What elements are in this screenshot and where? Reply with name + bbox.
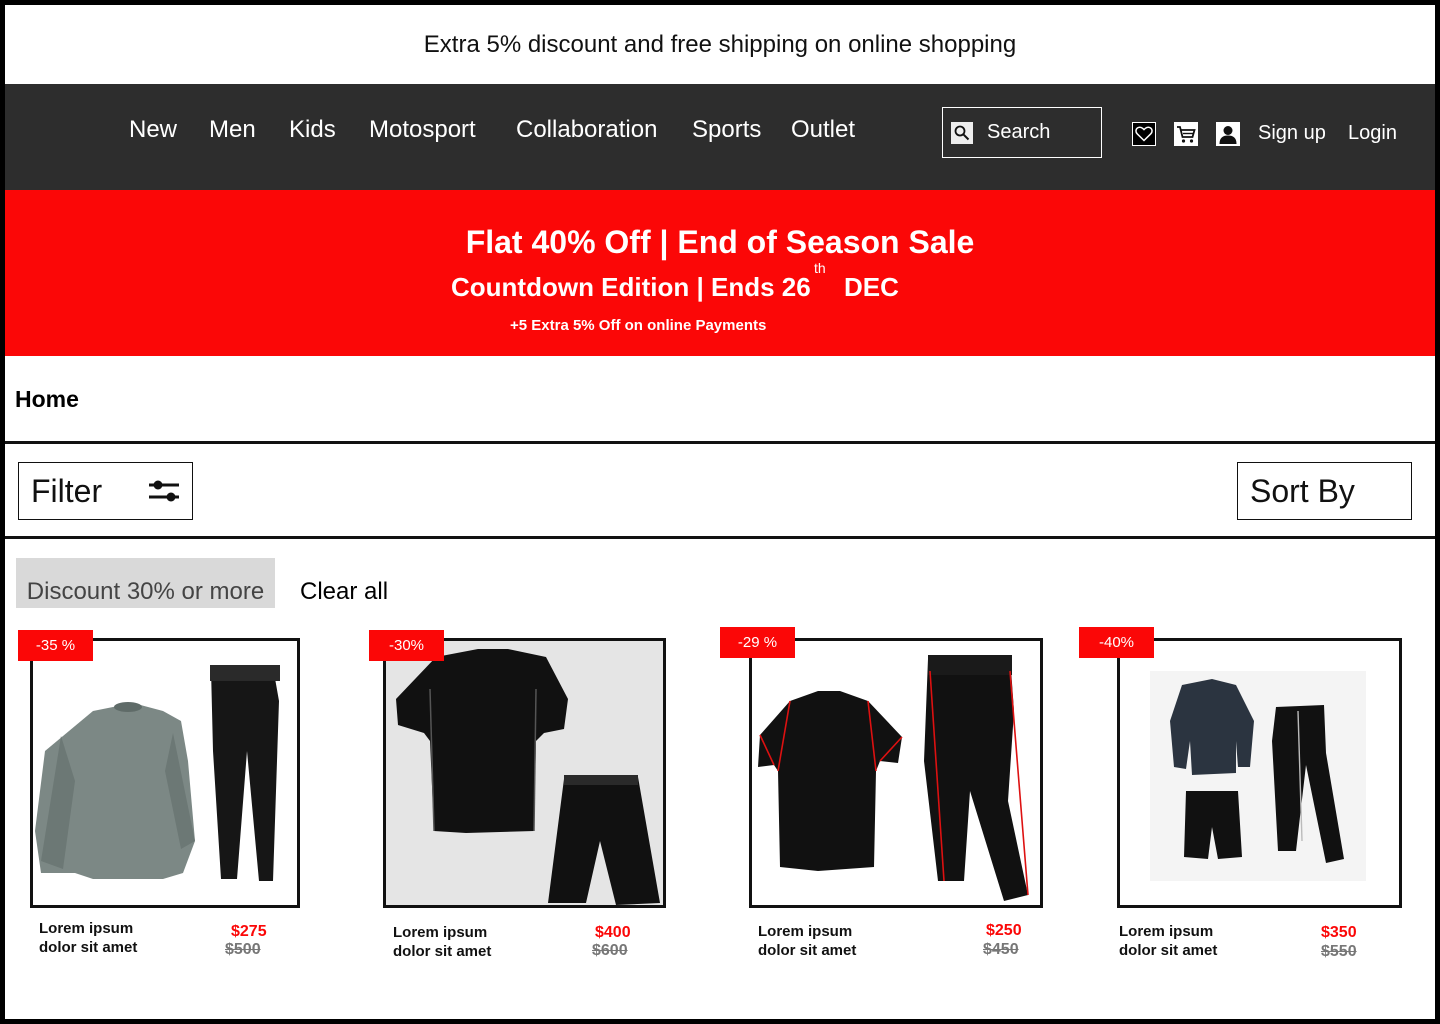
divider-bottom <box>5 536 1435 539</box>
product-name-line2-3[interactable]: dolor sit amet <box>758 941 856 960</box>
sale-note: +5 Extra 5% Off on online Payments <box>510 317 767 334</box>
breadcrumb[interactable]: Home <box>15 386 79 413</box>
product-price-3: $250 <box>986 922 1022 939</box>
product-old-price-1: $500 <box>225 941 261 958</box>
login-link[interactable]: Login <box>1348 122 1397 145</box>
product-name-line2-1[interactable]: dolor sit amet <box>39 938 137 957</box>
filter-label: Filter <box>31 472 103 509</box>
product-name-line2-2[interactable]: dolor sit amet <box>393 942 491 961</box>
nav-item-collaboration[interactable]: Collaboration <box>516 116 657 144</box>
product-image-1[interactable] <box>30 638 300 908</box>
nav-item-outlet[interactable]: Outlet <box>791 116 855 144</box>
product-image-4[interactable] <box>1117 638 1402 908</box>
divider-top <box>5 441 1435 444</box>
cart-icon[interactable] <box>1174 122 1198 146</box>
heart-icon[interactable] <box>1132 122 1156 146</box>
nav-item-kids[interactable]: Kids <box>289 116 336 144</box>
product-name-line2-4[interactable]: dolor sit amet <box>1119 941 1217 960</box>
nav-item-men[interactable]: Men <box>209 116 256 144</box>
signup-link[interactable]: Sign up <box>1258 122 1326 145</box>
discount-badge-3: -29 % <box>720 627 795 658</box>
product-old-price-4: $550 <box>1321 943 1357 960</box>
nav-item-motosport[interactable]: Motosport <box>369 116 476 144</box>
search-icon <box>951 121 973 144</box>
chip-label: Discount 30% or more <box>26 578 265 605</box>
sort-by-button[interactable]: Sort By <box>1237 462 1412 520</box>
product-name-line1-2[interactable]: Lorem ipsum <box>393 923 487 942</box>
search-placeholder: Search <box>987 121 1051 143</box>
filter-button[interactable]: Filter <box>18 462 193 520</box>
promo-text: Extra 5% discount and free shipping on o… <box>423 30 1017 58</box>
product-name-line1-1[interactable]: Lorem ipsum <box>39 919 133 938</box>
promo-bar: Extra 5% discount and free shipping on o… <box>5 5 1435 84</box>
product-price-4: $350 <box>1321 924 1357 941</box>
search-input[interactable]: Search <box>942 107 1102 158</box>
nav-item-sports[interactable]: Sports <box>692 116 761 144</box>
discount-badge-4: -40% <box>1079 627 1154 658</box>
main-navbar: New Men Kids Motosport Collaboration Spo… <box>5 84 1435 190</box>
nav-item-new[interactable]: New <box>129 116 177 144</box>
sliders-icon <box>148 476 180 511</box>
discount-badge-1: -35 % <box>18 630 93 661</box>
sale-subline: Countdown Edition | Ends 26 <box>451 272 811 302</box>
clear-all-button[interactable]: Clear all <box>300 578 388 606</box>
sale-month: DEC <box>844 272 899 302</box>
sale-banner: Flat 40% Off | End of Season Sale Countd… <box>5 190 1435 356</box>
user-icon[interactable] <box>1216 122 1240 146</box>
product-name-line1-4[interactable]: Lorem ipsum <box>1119 922 1213 941</box>
product-image-3[interactable] <box>749 638 1043 908</box>
page: Extra 5% discount and free shipping on o… <box>5 5 1435 1019</box>
product-name-line1-3[interactable]: Lorem ipsum <box>758 922 852 941</box>
product-old-price-2: $600 <box>592 942 628 959</box>
sort-label: Sort By <box>1250 472 1355 509</box>
product-image-2[interactable] <box>383 638 666 908</box>
product-price-1: $275 <box>231 923 267 940</box>
product-old-price-3: $450 <box>983 941 1019 958</box>
sale-date-suffix: th <box>814 260 826 276</box>
discount-badge-2: -30% <box>369 630 444 661</box>
product-price-2: $400 <box>595 924 631 941</box>
active-filter-chip[interactable]: Discount 30% or more <box>16 558 275 608</box>
sale-headline: Flat 40% Off | End of Season Sale <box>465 224 975 260</box>
